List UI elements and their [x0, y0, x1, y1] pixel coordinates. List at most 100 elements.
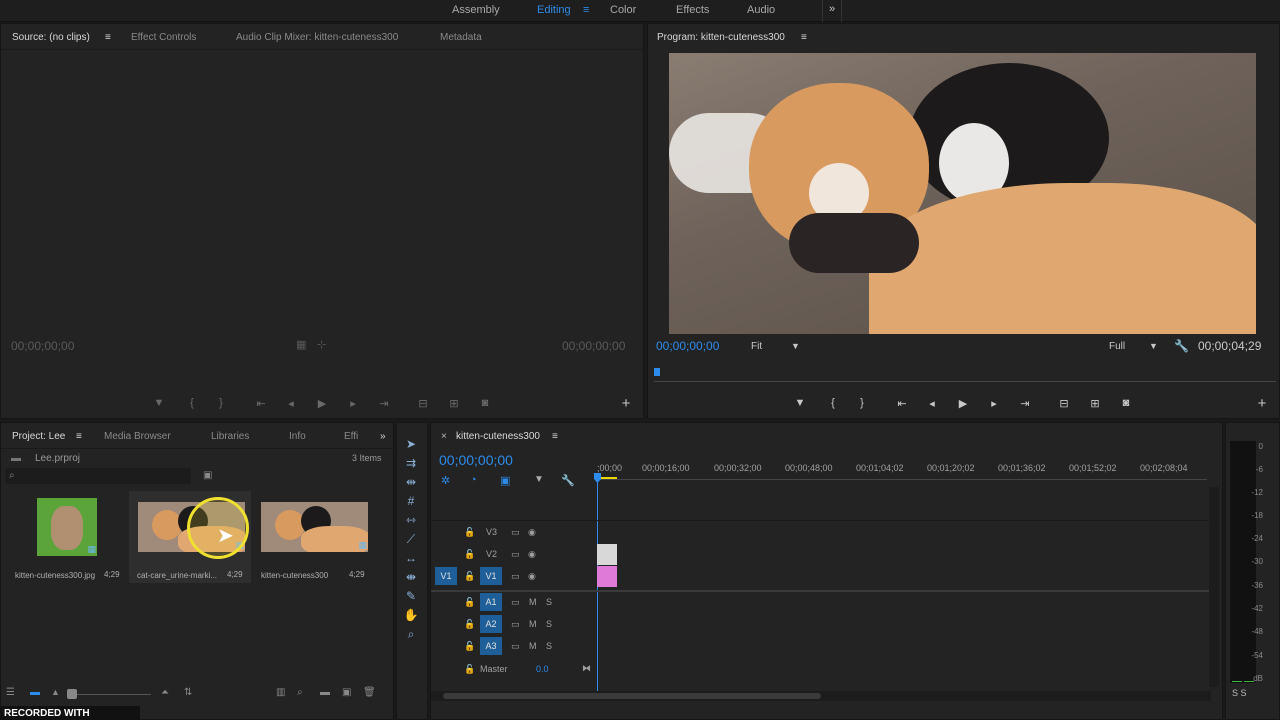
clip-v1[interactable]	[597, 566, 617, 587]
marker-icon[interactable]: ▼	[151, 397, 167, 409]
add-button-icon[interactable]: +	[618, 395, 634, 412]
slide-tool-icon[interactable]: ⇼	[402, 570, 420, 586]
track-label-a3[interactable]: A3	[480, 637, 502, 655]
ripple-edit-tool-icon[interactable]: ⇹	[402, 475, 420, 491]
sort-order-icon[interactable]: ⇅	[184, 687, 192, 698]
snap-icon[interactable]: ✲	[441, 474, 450, 487]
close-icon[interactable]: ×	[441, 431, 447, 442]
mark-in-icon[interactable]: {	[825, 397, 841, 409]
sort-icon[interactable]: ▲	[51, 687, 60, 697]
toggle-sync-icon[interactable]: ▭	[511, 641, 520, 652]
toggle-sync-icon[interactable]: ▭	[511, 619, 520, 630]
track-select-tool-icon[interactable]: ⇉	[402, 456, 420, 472]
razor-tool-icon[interactable]: ⟋	[402, 532, 420, 548]
zoom-slider-handle[interactable]	[67, 689, 77, 699]
go-to-out-icon[interactable]: ⇥	[376, 397, 392, 410]
tab-libraries[interactable]: Libraries	[211, 431, 249, 442]
track-label-v3[interactable]: V3	[486, 527, 497, 537]
lock-icon[interactable]: 🔓	[464, 619, 475, 630]
lock-icon[interactable]: 🔓	[464, 549, 475, 560]
new-item-icon[interactable]: ▣	[342, 687, 351, 698]
tab-metadata[interactable]: Metadata	[440, 32, 482, 43]
workspace-audio[interactable]: Audio	[747, 4, 775, 16]
zoom-slider[interactable]	[67, 694, 151, 695]
more-workspaces-button[interactable]: »	[822, 0, 843, 22]
lock-icon[interactable]: 🔓	[464, 641, 475, 652]
tab-sequence[interactable]: kitten-cuteness300	[456, 431, 540, 442]
go-to-end-icon[interactable]: ⧓	[582, 663, 591, 674]
slip-tool-icon[interactable]: ↔	[402, 551, 420, 567]
tab-project[interactable]: Project: Lee	[12, 431, 65, 442]
timeline-timecode[interactable]: 00;00;00;00	[439, 452, 513, 468]
vertical-scrollbar[interactable]	[1209, 487, 1219, 687]
rate-stretch-tool-icon[interactable]: ⇿	[402, 513, 420, 529]
new-bin-icon[interactable]: ▣	[203, 470, 212, 481]
toggle-sync-icon[interactable]: ▭	[511, 527, 520, 538]
workspace-color[interactable]: Color	[610, 4, 636, 16]
linked-selection-icon[interactable]: ◔	[470, 474, 477, 486]
solo-a2[interactable]: S	[546, 619, 552, 629]
source-timecode-left[interactable]: 00;00;00;00	[11, 339, 74, 353]
track-label-a1[interactable]: A1	[480, 593, 502, 611]
list-view-icon[interactable]: ☰	[6, 687, 15, 698]
search-input[interactable]: ⌕	[5, 468, 191, 484]
tab-program[interactable]: Program: kitten-cuteness300	[657, 32, 785, 43]
eye-icon[interactable]: ◉	[528, 527, 536, 538]
clip-v2[interactable]	[597, 544, 617, 565]
resolution-chevron-down-icon[interactable]: ▼	[1149, 341, 1158, 351]
program-menu-icon[interactable]: ≡	[801, 32, 807, 43]
overwrite-button-icon[interactable]: ⊞	[446, 397, 462, 410]
insert-button-icon[interactable]: ⊟	[415, 397, 431, 410]
tab-source[interactable]: Source: (no clips)	[12, 32, 90, 43]
eye-icon[interactable]: ◉	[528, 571, 536, 582]
mute-a1[interactable]: M	[529, 597, 537, 607]
lock-icon[interactable]: 🔓	[464, 571, 475, 582]
rolling-edit-tool-icon[interactable]: #	[402, 494, 420, 510]
program-time-ruler[interactable]	[654, 368, 1276, 382]
program-playhead-timecode[interactable]: 00;00;00;00	[656, 339, 719, 353]
icon-view-icon[interactable]: ▬	[30, 687, 40, 698]
tab-effects[interactable]: Effi	[344, 431, 358, 442]
go-to-in-icon[interactable]: ⇤	[253, 397, 269, 410]
track-label-v2[interactable]: V2	[486, 549, 497, 559]
project-item-thumbnail[interactable]: ▦	[37, 498, 97, 556]
lock-icon[interactable]: 🔓	[464, 527, 475, 538]
wrench-icon[interactable]: 🔧	[561, 474, 575, 487]
more-panels-icon[interactable]: »	[380, 431, 386, 442]
zoom-fit-select[interactable]: Fit	[751, 341, 762, 352]
mute-a2[interactable]: M	[529, 619, 537, 629]
mute-a3[interactable]: M	[529, 641, 537, 651]
find-icon[interactable]: ⌕	[297, 687, 303, 698]
export-frame-icon[interactable]: ◙	[1118, 397, 1134, 409]
selection-tool-icon[interactable]: ➤	[402, 437, 420, 453]
step-back-icon[interactable]: ◂	[924, 397, 940, 410]
sequence-menu-icon[interactable]: ≡	[552, 431, 558, 442]
source-patch-v1[interactable]: V1	[435, 567, 457, 585]
lift-icon[interactable]: ⊟	[1056, 397, 1072, 410]
eye-icon[interactable]: ◉	[528, 549, 536, 560]
hand-tool-icon[interactable]: ✋	[402, 608, 420, 624]
solo-a1[interactable]: S	[546, 597, 552, 607]
mark-in-icon[interactable]: {	[184, 397, 200, 409]
track-label-a2[interactable]: A2	[480, 615, 502, 633]
project-item-thumbnail[interactable]: ▦	[261, 502, 368, 552]
extract-icon[interactable]: ⊞	[1087, 397, 1103, 410]
zoom-tool-icon[interactable]: ⌕	[402, 627, 420, 643]
lock-icon[interactable]: 🔓	[464, 597, 475, 608]
project-menu-icon[interactable]: ≡	[76, 431, 82, 442]
add-button-icon[interactable]: +	[1254, 395, 1270, 412]
automate-to-sequence-icon[interactable]: ⏶	[161, 687, 169, 698]
timeline-ruler[interactable]: ;00;00 00;00;16;00 00;00;32;00 00;00;48;…	[597, 461, 1207, 487]
new-bin-icon[interactable]: ▬	[320, 687, 330, 698]
wrench-icon[interactable]: 🔧	[1174, 339, 1189, 353]
master-volume-value[interactable]: 0.0	[536, 664, 549, 674]
automate-icon[interactable]: ▥	[276, 687, 285, 698]
mark-out-icon[interactable]: }	[213, 397, 229, 409]
workspace-assembly[interactable]: Assembly	[452, 4, 500, 16]
pen-tool-icon[interactable]: ✎	[402, 589, 420, 605]
insert-icon[interactable]: ▦	[296, 338, 306, 351]
tab-effect-controls[interactable]: Effect Controls	[131, 32, 196, 43]
step-back-icon[interactable]: ◂	[283, 397, 299, 410]
export-frame-icon[interactable]: ◙	[477, 397, 493, 409]
marker-icon[interactable]: ▼	[534, 474, 544, 485]
